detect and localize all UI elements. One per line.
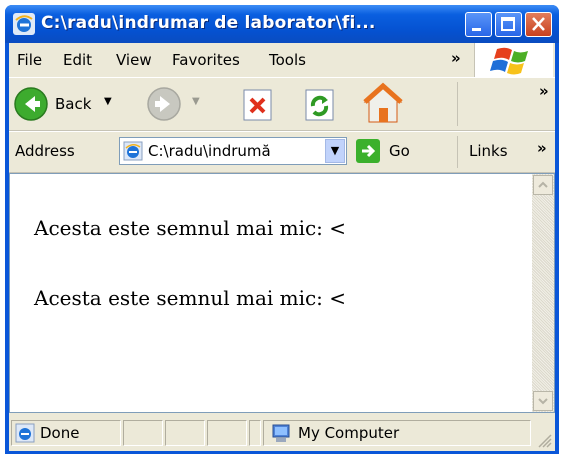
address-dropdown-button[interactable]: ▼ bbox=[325, 139, 345, 163]
status-pane-zone: My Computer bbox=[263, 420, 531, 446]
menu-tools[interactable]: Tools bbox=[269, 51, 306, 69]
zone-label: My Computer bbox=[298, 424, 400, 442]
menu-file[interactable]: File bbox=[17, 51, 42, 69]
forward-dropdown-icon[interactable]: ▼ bbox=[192, 96, 200, 107]
windows-logo bbox=[474, 43, 553, 77]
forward-arrow-icon bbox=[147, 87, 181, 121]
address-separator bbox=[457, 136, 458, 168]
status-bar: Done My Computer bbox=[9, 415, 555, 451]
home-icon[interactable] bbox=[361, 82, 405, 126]
menu-overflow-chevron[interactable]: » bbox=[451, 49, 461, 67]
title-bar[interactable]: C:\radu\indrumar de laborator\fi... bbox=[5, 5, 559, 43]
toolbar-separator bbox=[457, 82, 458, 126]
scroll-up-icon bbox=[538, 181, 548, 188]
status-pane-2 bbox=[123, 420, 163, 446]
menu-view[interactable]: View bbox=[116, 51, 152, 69]
maximize-icon bbox=[501, 17, 515, 31]
toolbar-overflow-chevron[interactable]: » bbox=[539, 82, 549, 100]
status-pane-3 bbox=[165, 420, 205, 446]
status-pane-main: Done bbox=[11, 420, 121, 446]
browser-frame: File Edit View Favorites Tools » Back ▼ … bbox=[9, 43, 555, 451]
page-icon bbox=[123, 141, 143, 161]
windows-flag-icon bbox=[490, 47, 528, 75]
address-input[interactable]: C:\radu\indrumă ▼ bbox=[119, 137, 347, 165]
back-dropdown-icon[interactable]: ▼ bbox=[104, 96, 112, 107]
menu-bar: File Edit View Favorites Tools » bbox=[9, 43, 555, 78]
stop-icon[interactable] bbox=[241, 88, 275, 122]
close-button[interactable] bbox=[525, 12, 552, 37]
address-bar: Address C:\radu\indrumă ▼ Go Links » bbox=[9, 131, 555, 173]
my-computer-icon bbox=[272, 424, 290, 442]
resize-grip-icon[interactable] bbox=[535, 431, 553, 449]
back-arrow-icon bbox=[14, 87, 48, 121]
chevron-down-icon: ▼ bbox=[330, 144, 340, 157]
content-line-2: Acesta este semnul mai mic: < bbox=[34, 286, 347, 310]
forward-button[interactable]: ▼ bbox=[146, 86, 216, 122]
menu-favorites[interactable]: Favorites bbox=[172, 51, 240, 69]
address-label: Address bbox=[15, 142, 75, 160]
browser-window: C:\radu\indrumar de laborator\fi... File… bbox=[5, 5, 559, 454]
refresh-icon[interactable] bbox=[303, 88, 337, 122]
content-line-1: Acesta este semnul mai mic: < bbox=[34, 216, 347, 240]
back-button[interactable]: Back ▼ bbox=[13, 86, 143, 122]
close-icon bbox=[532, 17, 545, 31]
go-button[interactable]: Go bbox=[355, 138, 439, 166]
status-text: Done bbox=[40, 424, 80, 442]
window-title: C:\radu\indrumar de laborator\fi... bbox=[41, 13, 376, 33]
maximize-button[interactable] bbox=[495, 12, 522, 37]
links-label[interactable]: Links bbox=[469, 142, 508, 160]
scroll-down-icon bbox=[538, 398, 548, 405]
go-label: Go bbox=[389, 142, 410, 160]
minimize-icon bbox=[472, 28, 481, 31]
menu-edit[interactable]: Edit bbox=[63, 51, 92, 69]
minimize-button[interactable] bbox=[465, 12, 492, 37]
go-arrow-icon bbox=[356, 139, 380, 163]
page-content: Acesta este semnul mai mic: < Acesta est… bbox=[9, 173, 555, 413]
links-overflow-chevron[interactable]: » bbox=[537, 139, 547, 157]
standard-toolbar: Back ▼ ▼ » bbox=[9, 78, 555, 131]
vertical-scrollbar[interactable] bbox=[532, 174, 554, 412]
internet-explorer-icon bbox=[13, 13, 35, 35]
scroll-up-button[interactable] bbox=[533, 175, 553, 195]
page-done-icon bbox=[15, 423, 35, 443]
status-pane-4 bbox=[207, 420, 247, 446]
address-value: C:\radu\indrumă bbox=[148, 142, 271, 160]
scroll-down-button[interactable] bbox=[533, 391, 553, 411]
back-label: Back bbox=[55, 95, 92, 113]
status-pane-5 bbox=[249, 420, 261, 446]
